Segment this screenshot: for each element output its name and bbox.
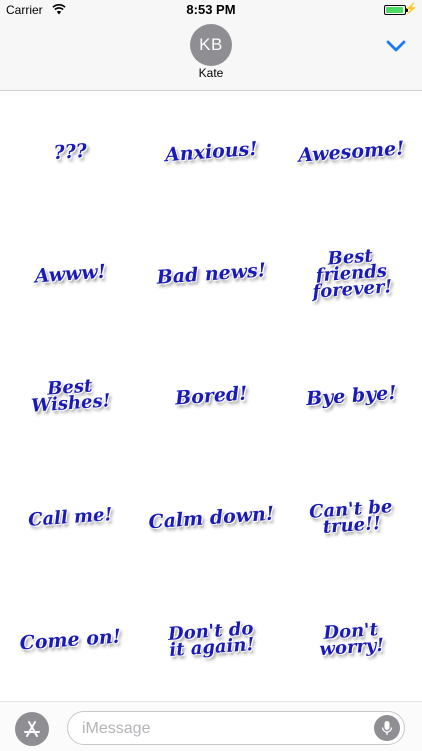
sticker-item[interactable]: Awww!: [0, 208, 145, 340]
avatar[interactable]: KB: [190, 24, 232, 66]
contact-name[interactable]: Kate: [0, 66, 422, 80]
message-field[interactable]: [67, 711, 405, 745]
sticker-grid: ??? Anxious! Awesome! Awww! Bad news! Be…: [0, 91, 422, 701]
sticker-item[interactable]: Awesome!: [277, 86, 422, 218]
sticker-item[interactable]: Best Wishes!: [0, 330, 145, 462]
sticker-item[interactable]: Calm down!: [137, 452, 286, 584]
sticker-item[interactable]: Come on!: [0, 574, 145, 706]
message-input[interactable]: [80, 718, 364, 740]
sticker-item[interactable]: Bad news!: [137, 208, 286, 340]
sticker-item[interactable]: Bye bye!: [277, 330, 422, 462]
conversation-header: KB Kate: [0, 20, 422, 91]
charging-icon: ⚡: [404, 3, 418, 15]
sticker-item[interactable]: Anxious!: [137, 86, 286, 218]
sticker-item[interactable]: Bored!: [137, 330, 286, 462]
avatar-initials: KB: [199, 35, 223, 54]
chevron-down-icon[interactable]: [384, 36, 408, 56]
sticker-item[interactable]: Call me!: [0, 452, 145, 584]
clock: 8:53 PM: [186, 2, 236, 17]
sticker-item[interactable]: Best friends forever!: [277, 208, 422, 340]
app-store-button[interactable]: [15, 712, 49, 746]
microphone-icon: [381, 721, 393, 735]
microphone-button[interactable]: [374, 715, 400, 741]
sticker-item[interactable]: ???: [0, 86, 145, 218]
sticker-item[interactable]: Don't worry!: [277, 574, 422, 706]
sticker-item[interactable]: Don't do it again!: [137, 574, 286, 706]
sticker-item[interactable]: Can't be true!!: [277, 452, 422, 584]
compose-bar: [0, 701, 422, 751]
app-store-icon: [24, 721, 40, 737]
battery-icon: [384, 5, 406, 15]
status-bar: Carrier 8:53 PM ⚡: [0, 0, 422, 20]
